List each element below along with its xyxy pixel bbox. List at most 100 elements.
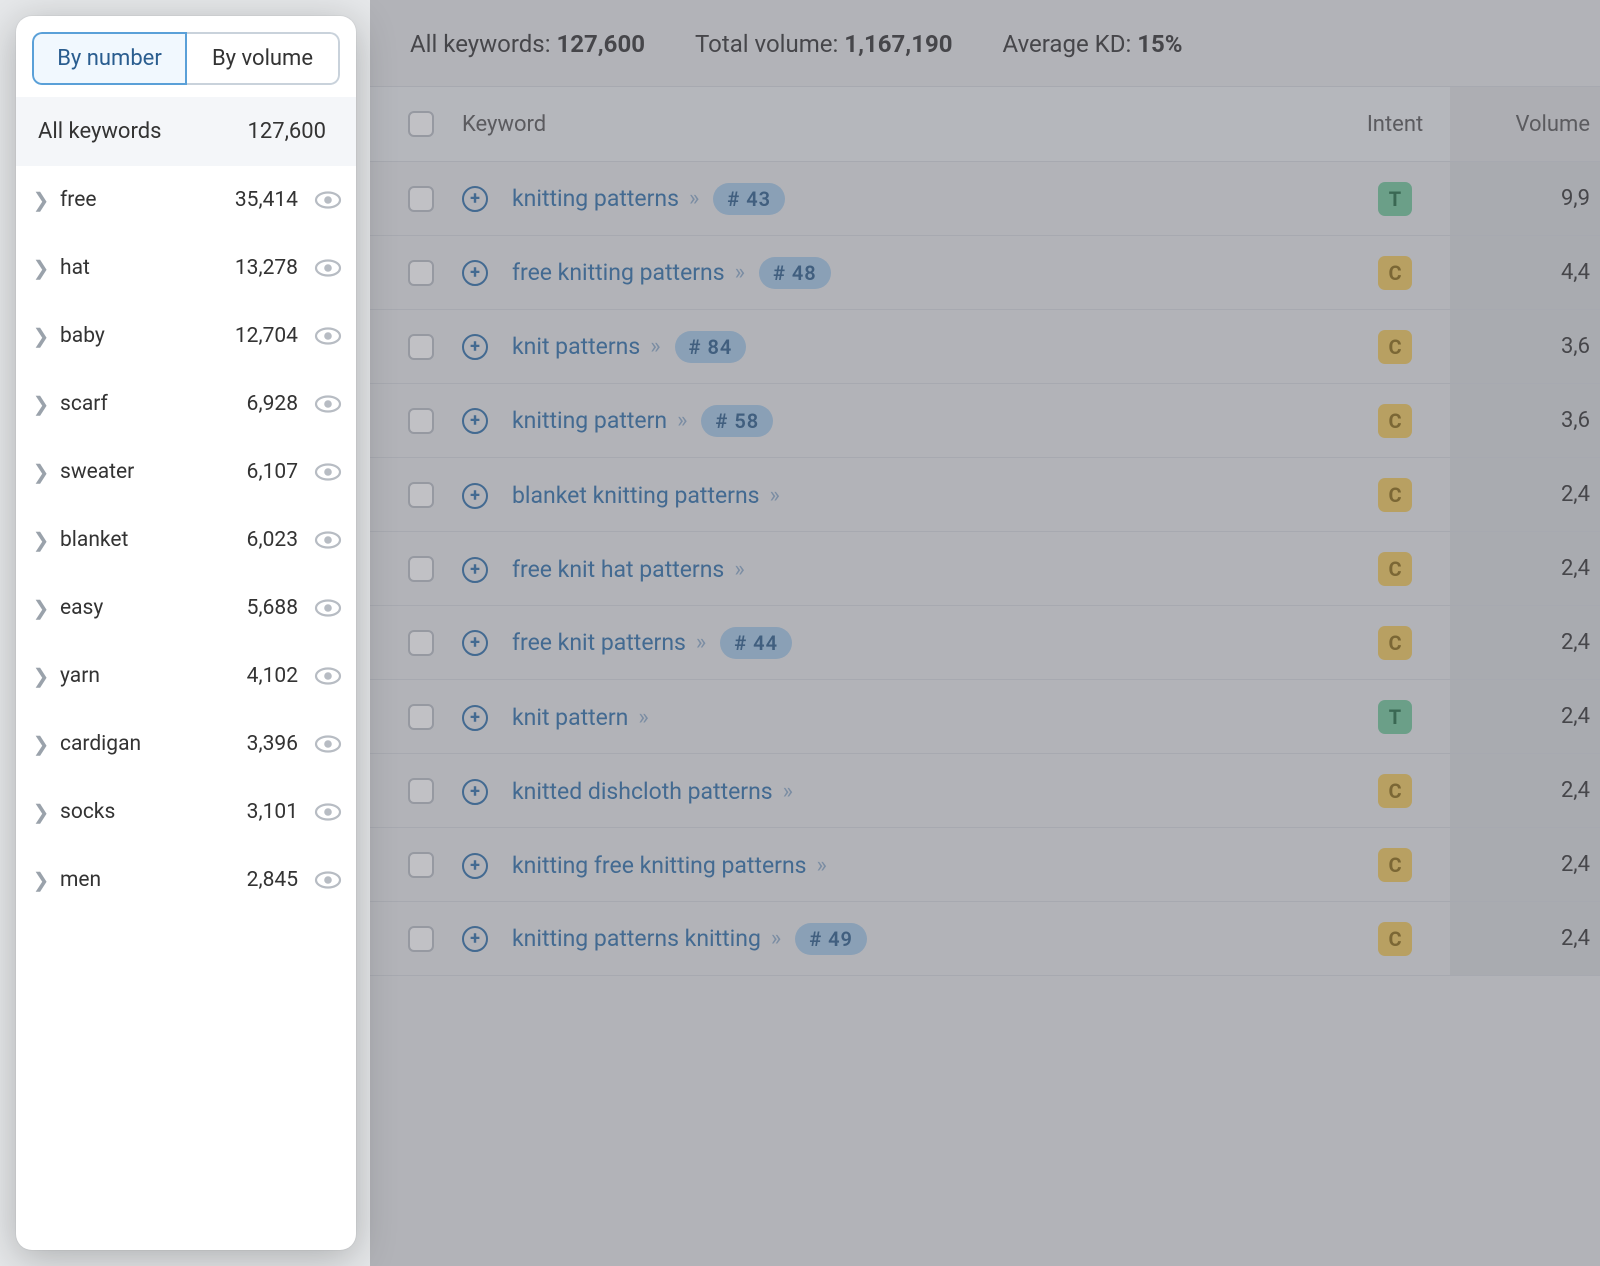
eye-icon[interactable] [314,735,342,753]
add-icon[interactable]: + [462,557,488,583]
group-item[interactable]: ❯baby12,704 [16,302,356,370]
column-header-intent[interactable]: Intent [1340,112,1450,137]
group-count: 6,107 [247,460,298,484]
intent-badge[interactable]: C [1378,330,1412,364]
group-name: sweater [60,460,237,484]
keyword-link[interactable]: +knitting patterns knitting»# 49 [462,923,867,955]
eye-icon[interactable] [314,395,342,413]
tab-by-volume[interactable]: By volume [187,32,340,85]
chevrons-icon: » [650,334,656,359]
keyword-link[interactable]: +free knit patterns»# 44 [462,627,792,659]
sort-tab-group: By number By volume [32,32,340,85]
eye-icon[interactable] [314,327,342,345]
volume-cell: 4,4 [1450,236,1600,309]
group-item[interactable]: ❯scarf6,928 [16,370,356,438]
group-item[interactable]: ❯sweater6,107 [16,438,356,506]
row-checkbox[interactable] [408,334,434,360]
rank-pill[interactable]: # 84 [675,331,747,363]
chevron-right-icon: ❯ [32,868,50,892]
add-icon[interactable]: + [462,186,488,212]
eye-icon[interactable] [314,871,342,889]
rank-pill[interactable]: # 43 [713,183,785,215]
table-row: +blanket knitting patterns»C2,4 [370,458,1600,532]
tab-by-number[interactable]: By number [32,32,187,85]
keyword-link[interactable]: +knit patterns»# 84 [462,331,746,363]
group-item[interactable]: ❯easy5,688 [16,574,356,642]
group-item[interactable]: ❯cardigan3,396 [16,710,356,778]
row-checkbox[interactable] [408,260,434,286]
group-item[interactable]: ❯yarn4,102 [16,642,356,710]
row-checkbox[interactable] [408,630,434,656]
keyword-link[interactable]: +knitting pattern»# 58 [462,405,773,437]
keyword-text: knitting patterns [512,185,679,212]
rank-pill[interactable]: # 58 [701,405,773,437]
intent-badge[interactable]: C [1378,848,1412,882]
eye-icon[interactable] [314,667,342,685]
eye-icon[interactable] [314,259,342,277]
add-icon[interactable]: + [462,483,488,509]
all-keywords-label: All keywords [38,119,161,144]
rank-pill[interactable]: # 48 [759,257,831,289]
row-checkbox[interactable] [408,556,434,582]
column-header-volume[interactable]: Volume [1450,87,1600,161]
volume-cell: 3,6 [1450,310,1600,383]
intent-badge[interactable]: C [1378,404,1412,438]
keyword-link[interactable]: +knit pattern» [462,704,645,731]
keyword-link[interactable]: +free knitting patterns»# 48 [462,257,831,289]
group-count: 6,023 [247,528,298,552]
intent-badge[interactable]: C [1378,774,1412,808]
keyword-link[interactable]: +free knit hat patterns» [462,556,741,583]
eye-icon[interactable] [314,803,342,821]
intent-badge[interactable]: C [1378,922,1412,956]
group-item[interactable]: ❯blanket6,023 [16,506,356,574]
all-keywords-count: 127,600 [247,119,326,144]
add-icon[interactable]: + [462,705,488,731]
eye-icon[interactable] [314,531,342,549]
rank-pill[interactable]: # 44 [720,627,792,659]
eye-icon[interactable] [314,463,342,481]
row-checkbox[interactable] [408,926,434,952]
eye-icon[interactable] [314,191,342,209]
add-icon[interactable]: + [462,630,488,656]
group-item[interactable]: ❯free35,414 [16,166,356,234]
group-count: 6,928 [247,392,298,416]
group-item[interactable]: ❯men2,845 [16,846,356,914]
row-checkbox[interactable] [408,482,434,508]
group-item[interactable]: ❯socks3,101 [16,778,356,846]
intent-badge[interactable]: T [1378,700,1412,734]
intent-badge[interactable]: C [1378,256,1412,290]
keyword-text: knitting pattern [512,407,667,434]
add-icon[interactable]: + [462,853,488,879]
add-icon[interactable]: + [462,334,488,360]
group-item[interactable]: ❯hat13,278 [16,234,356,302]
summary-value: 15% [1137,30,1182,58]
row-checkbox[interactable] [408,852,434,878]
summary-label: All keywords: [410,30,551,58]
keyword-link[interactable]: +knitted dishcloth patterns» [462,778,789,805]
rank-pill[interactable]: # 49 [795,923,867,955]
intent-badge[interactable]: C [1378,478,1412,512]
row-checkbox[interactable] [408,704,434,730]
summary-bar: All keywords: 127,600 Total volume: 1,16… [370,30,1600,86]
select-all-checkbox[interactable] [408,111,434,137]
group-list[interactable]: ❯free35,414❯hat13,278❯baby12,704❯scarf6,… [16,166,356,1250]
column-header-keyword[interactable]: Keyword [462,112,1340,137]
add-icon[interactable]: + [462,779,488,805]
keyword-link[interactable]: +knitting patterns»# 43 [462,183,785,215]
row-checkbox[interactable] [408,186,434,212]
group-count: 3,101 [247,800,298,824]
keyword-link[interactable]: +knitting free knitting patterns» [462,852,823,879]
add-icon[interactable]: + [462,408,488,434]
row-checkbox[interactable] [408,408,434,434]
all-keywords-row[interactable]: All keywords 127,600 [16,97,356,166]
keyword-link[interactable]: +blanket knitting patterns» [462,482,776,509]
eye-icon[interactable] [314,599,342,617]
intent-badge[interactable]: C [1378,626,1412,660]
add-icon[interactable]: + [462,926,488,952]
row-checkbox[interactable] [408,778,434,804]
intent-badge[interactable]: T [1378,182,1412,216]
chevrons-icon: » [817,853,823,878]
volume-cell: 2,4 [1450,902,1600,975]
intent-badge[interactable]: C [1378,552,1412,586]
add-icon[interactable]: + [462,260,488,286]
